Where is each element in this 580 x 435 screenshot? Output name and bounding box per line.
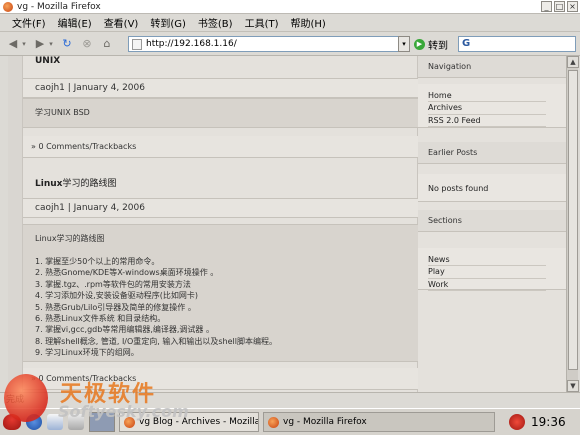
home-icon[interactable]: ⌂ bbox=[100, 37, 114, 51]
update-notifier-icon[interactable] bbox=[509, 414, 525, 430]
page-icon bbox=[132, 38, 142, 50]
earlier-posts-heading: Earlier Posts bbox=[418, 142, 566, 164]
list-item: 3. 掌握.tgz、.rpm等软件包的常用安装方法 bbox=[35, 279, 191, 289]
post-title[interactable]: Linux学习的路线图 bbox=[35, 176, 116, 189]
scroll-up-icon[interactable]: ▲ bbox=[567, 56, 579, 68]
task-label: vg - Mozilla Firefox bbox=[283, 417, 367, 427]
go-icon: ▶ bbox=[414, 39, 425, 50]
google-search-icon[interactable]: G bbox=[462, 38, 470, 49]
list-item: 5. 熟悉Grub/Lilo引导器及简单的修复操作 。 bbox=[35, 302, 196, 312]
no-posts-text: No posts found bbox=[428, 184, 489, 193]
reload-icon[interactable]: ↻ bbox=[60, 37, 74, 51]
sidebar-link-archives[interactable]: Archives bbox=[428, 102, 546, 115]
sidebar-link-rss[interactable]: RSS 2.0 Feed bbox=[428, 115, 546, 128]
go-button[interactable]: ▶ 转到 bbox=[414, 37, 448, 52]
scroll-down-icon[interactable]: ▼ bbox=[567, 380, 579, 392]
watermark-url: Softyesky.com bbox=[58, 402, 189, 421]
vertical-scrollbar[interactable]: ▲ ▼ bbox=[566, 56, 579, 392]
back-dropdown-icon[interactable]: ▾ bbox=[21, 37, 27, 51]
list-item: 2. 熟悉Gnome/KDE等X-windows桌面环境操作 。 bbox=[35, 268, 219, 278]
post-title-text-zh[interactable]: 学习的路线图 bbox=[62, 179, 116, 189]
window-titlebar: vg - Mozilla Firefox _ □ × bbox=[0, 0, 580, 14]
list-item: 7. 掌握vi,gcc,gdb等常用编辑器,编译器,调试器 。 bbox=[35, 325, 214, 335]
post-title-text[interactable]: UNIX bbox=[35, 56, 60, 66]
main-column: UNIX caojh1 | January 4, 2006 学习UNIX BSD… bbox=[22, 56, 418, 392]
menu-edit[interactable]: 编辑(E) bbox=[58, 15, 92, 30]
navigation-heading: Navigation bbox=[418, 56, 566, 78]
back-arrow-icon[interactable]: ◀ bbox=[6, 37, 20, 51]
sidebar-link-home[interactable]: Home bbox=[428, 90, 546, 103]
navigation-links: Home Archives RSS 2.0 Feed bbox=[418, 84, 566, 128]
menu-tools[interactable]: 工具(T) bbox=[245, 15, 279, 30]
post-title[interactable]: UNIX bbox=[35, 56, 60, 66]
post-meta: caojh1 | January 4, 2006 bbox=[23, 78, 418, 98]
firefox-icon bbox=[3, 1, 13, 12]
stop-icon[interactable]: ⊗ bbox=[80, 37, 94, 51]
search-input[interactable]: G bbox=[458, 36, 576, 52]
sidebar: Navigation Home Archives RSS 2.0 Feed Ea… bbox=[418, 56, 566, 392]
close-button[interactable]: × bbox=[567, 1, 578, 12]
list-item: 8. 理解shell概念, 管道, I/O重定向, 输入和输出以及shell脚本… bbox=[35, 336, 277, 346]
menu-file[interactable]: 文件(F) bbox=[12, 15, 46, 30]
scrollbar-thumb[interactable] bbox=[568, 70, 578, 370]
forward-arrow-icon[interactable]: ▶ bbox=[33, 37, 47, 51]
comments-link[interactable]: » 0 Comments/Trackbacks bbox=[23, 136, 418, 158]
post-meta: caojh1 | January 4, 2006 bbox=[23, 198, 418, 218]
sidebar-link-play[interactable]: Play bbox=[428, 266, 546, 279]
window-controls: _ □ × bbox=[541, 1, 578, 12]
menubar: 文件(F) 编辑(E) 查看(V) 转到(G) 书签(B) 工具(T) 帮助(H… bbox=[0, 14, 580, 32]
url-text[interactable]: http://192.168.1.16/ bbox=[146, 39, 237, 49]
clock: 19:36 bbox=[531, 415, 566, 429]
sections-links: News Play Work bbox=[418, 248, 566, 292]
roadmap-list: 1. 掌握至少50个以上的常用命令。 2. 熟悉Gnome/KDE等X-wind… bbox=[35, 256, 406, 359]
go-label: 转到 bbox=[428, 41, 448, 52]
list-item: 4. 学习添加外设,安装设备驱动程序(比如网卡) bbox=[35, 291, 198, 301]
page-viewport: UNIX caojh1 | January 4, 2006 学习UNIX BSD… bbox=[8, 56, 566, 392]
window-title: vg - Mozilla Firefox bbox=[17, 1, 101, 12]
post-intro: Linux学习的路线图 bbox=[35, 234, 105, 243]
url-dropdown-button[interactable]: ▾ bbox=[398, 36, 410, 52]
menu-go[interactable]: 转到(G) bbox=[150, 15, 186, 30]
post-content: Linux学习的路线图 1. 掌握至少50个以上的常用命令。 2. 熟悉Gnom… bbox=[23, 224, 418, 362]
post-content: 学习UNIX BSD bbox=[23, 98, 418, 128]
sidebar-link-news[interactable]: News bbox=[428, 254, 546, 267]
watermark: 天极软件 Softyesky.com bbox=[0, 360, 200, 435]
watermark-logo-icon bbox=[4, 374, 48, 422]
post-title-text[interactable]: Linux bbox=[35, 179, 62, 189]
navigation-toolbar: ◀ ▾ ▶ ▾ ↻ ⊗ ⌂ http://192.168.1.16/ ▾ ▶ 转… bbox=[0, 32, 580, 56]
list-item: 1. 掌握至少50个以上的常用命令。 bbox=[35, 257, 160, 266]
firefox-icon bbox=[268, 416, 279, 428]
list-item: 9. 学习Linux环境下的组网。 bbox=[35, 348, 139, 358]
list-item: 6. 熟悉Linux文件系统 和目录结构。 bbox=[35, 314, 166, 324]
sidebar-link-work[interactable]: Work bbox=[428, 279, 546, 292]
minimize-button[interactable]: _ bbox=[541, 1, 552, 12]
forward-dropdown-icon[interactable]: ▾ bbox=[48, 37, 54, 51]
menu-view[interactable]: 查看(V) bbox=[104, 15, 139, 30]
maximize-button[interactable]: □ bbox=[554, 1, 565, 12]
post-body: 学习UNIX BSD bbox=[35, 108, 90, 117]
task-button-vg[interactable]: vg - Mozilla Firefox bbox=[263, 412, 495, 432]
earlier-posts-box: No posts found bbox=[418, 174, 566, 202]
menu-bookmarks[interactable]: 书签(B) bbox=[198, 15, 233, 30]
url-bar[interactable]: http://192.168.1.16/ bbox=[128, 36, 400, 52]
sections-heading: Sections bbox=[418, 210, 566, 232]
menu-help[interactable]: 帮助(H) bbox=[291, 15, 326, 30]
